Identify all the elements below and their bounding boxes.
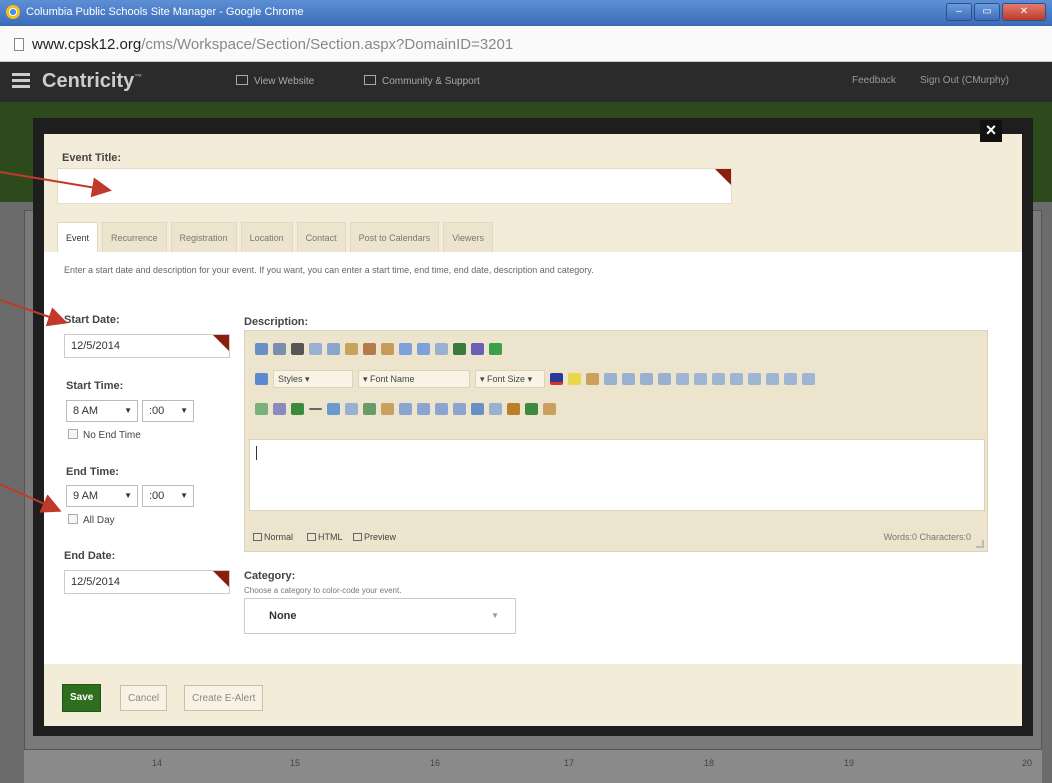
arrow-to-all-day — [0, 483, 62, 513]
annotation-arrows — [0, 171, 112, 513]
arrow-to-title — [0, 171, 112, 198]
arrow-to-start-date — [0, 299, 68, 327]
